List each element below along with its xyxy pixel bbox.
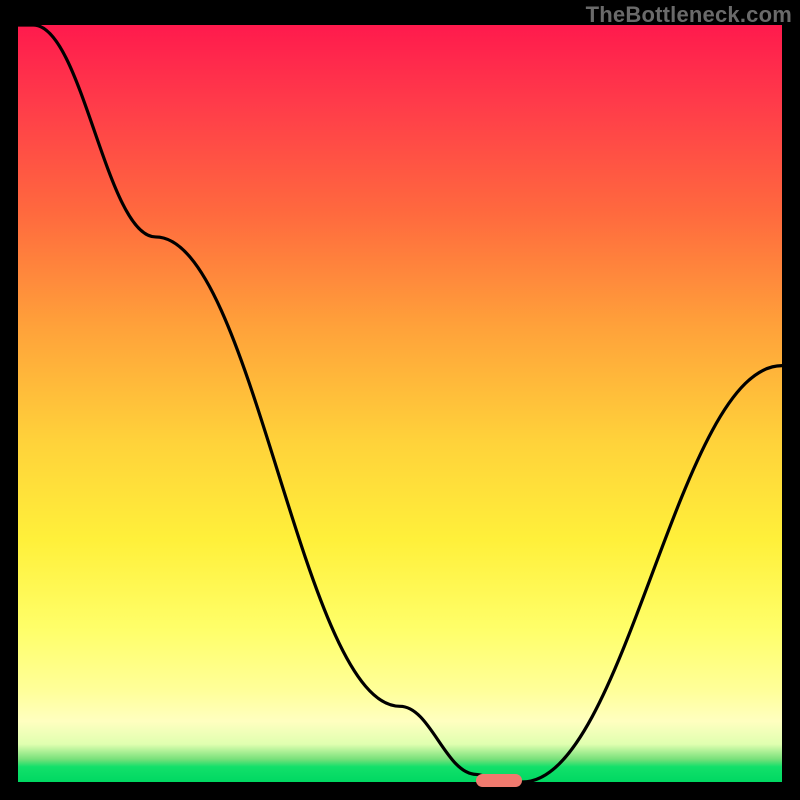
chart-frame: TheBottleneck.com <box>0 0 800 800</box>
bottleneck-curve <box>18 25 782 782</box>
optimal-marker <box>476 774 522 787</box>
curve-path <box>18 25 782 782</box>
plot-area <box>18 25 782 782</box>
